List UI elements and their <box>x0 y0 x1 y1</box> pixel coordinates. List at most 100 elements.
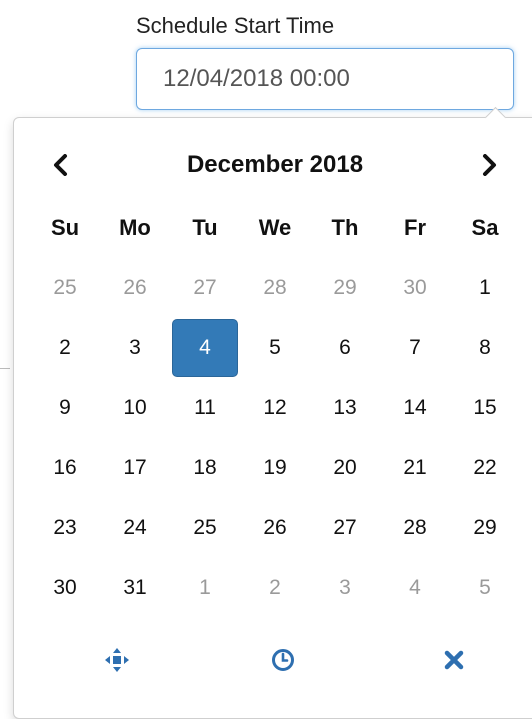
day-cell[interactable]: 5 <box>450 558 520 618</box>
day-cell[interactable]: 10 <box>100 378 170 438</box>
day-number: 18 <box>193 456 217 479</box>
day-cell[interactable]: 8 <box>450 318 520 378</box>
day-number: 24 <box>123 516 147 539</box>
chevron-right-icon <box>483 154 496 176</box>
day-number: 29 <box>473 516 497 539</box>
day-number: 16 <box>53 456 77 479</box>
divider <box>0 368 10 369</box>
calendar-week-row: 2 3 4 5 6 7 8 <box>30 318 520 378</box>
day-number: 9 <box>59 396 71 419</box>
calendar-week-row: 30 31 1 2 3 4 5 <box>30 558 520 618</box>
day-cell[interactable]: 13 <box>310 378 380 438</box>
day-cell[interactable]: 14 <box>380 378 450 438</box>
month-title[interactable]: December 2018 <box>187 151 363 179</box>
day-number: 10 <box>123 396 147 419</box>
day-number: 30 <box>53 576 77 599</box>
day-number: 22 <box>473 456 497 479</box>
selected-day-cell[interactable]: 4 <box>170 318 240 378</box>
day-number: 1 <box>479 276 491 299</box>
day-cell[interactable]: 25 <box>30 258 100 318</box>
today-button[interactable] <box>97 640 137 680</box>
day-number: 27 <box>193 276 217 299</box>
day-cell[interactable]: 27 <box>310 498 380 558</box>
day-cell[interactable]: 24 <box>100 498 170 558</box>
day-cell[interactable]: 1 <box>170 558 240 618</box>
day-cell[interactable]: 5 <box>240 318 310 378</box>
calendar-week-row: 23 24 25 26 27 28 29 <box>30 498 520 558</box>
day-cell[interactable]: 3 <box>310 558 380 618</box>
day-cell[interactable]: 23 <box>30 498 100 558</box>
day-number: 13 <box>333 396 357 419</box>
day-number: 20 <box>333 456 357 479</box>
weekday-label: Th <box>331 215 359 240</box>
day-cell[interactable]: 11 <box>170 378 240 438</box>
day-cell[interactable]: 17 <box>100 438 170 498</box>
prev-month-button[interactable] <box>32 145 88 185</box>
schedule-start-time-input[interactable] <box>136 48 514 110</box>
day-number: 5 <box>479 576 491 599</box>
day-number: 11 <box>194 396 216 419</box>
calendar-week-row: 16 17 18 19 20 21 22 <box>30 438 520 498</box>
day-cell[interactable]: 30 <box>30 558 100 618</box>
day-number: 30 <box>403 276 427 299</box>
weekday-label: Mo <box>119 215 151 240</box>
day-number: 25 <box>53 276 77 299</box>
day-cell[interactable]: 20 <box>310 438 380 498</box>
day-cell[interactable]: 29 <box>310 258 380 318</box>
day-cell[interactable]: 4 <box>380 558 450 618</box>
day-cell[interactable]: 27 <box>170 258 240 318</box>
day-cell[interactable]: 25 <box>170 498 240 558</box>
day-number: 28 <box>263 276 287 299</box>
day-cell[interactable]: 28 <box>380 498 450 558</box>
day-cell[interactable]: 18 <box>170 438 240 498</box>
weekday-label: Fr <box>404 215 426 240</box>
day-number: 12 <box>263 396 287 419</box>
day-number: 21 <box>403 456 427 479</box>
day-cell[interactable]: 3 <box>100 318 170 378</box>
weekday-label: Su <box>50 215 80 240</box>
day-cell[interactable]: 12 <box>240 378 310 438</box>
weekday-header-row: Su Mo Tu We Th Fr Sa <box>30 198 520 258</box>
day-number: 1 <box>199 576 211 599</box>
day-cell[interactable]: 30 <box>380 258 450 318</box>
day-number: 27 <box>333 516 357 539</box>
day-cell[interactable]: 22 <box>450 438 520 498</box>
close-icon <box>444 650 464 670</box>
day-number: 14 <box>403 396 427 419</box>
weekday-label: Tu <box>192 215 218 240</box>
calendar-week-row: 9 10 11 12 13 14 15 <box>30 378 520 438</box>
calendar-header: December 2018 <box>32 145 518 185</box>
day-number: 2 <box>59 336 71 359</box>
day-cell[interactable]: 2 <box>30 318 100 378</box>
day-number: 31 <box>123 576 147 599</box>
next-month-button[interactable] <box>462 145 518 185</box>
day-number: 26 <box>263 516 287 539</box>
day-cell[interactable]: 6 <box>310 318 380 378</box>
day-cell[interactable]: 26 <box>240 498 310 558</box>
day-cell[interactable]: 7 <box>380 318 450 378</box>
day-number: 29 <box>333 276 357 299</box>
day-cell[interactable]: 16 <box>30 438 100 498</box>
day-cell[interactable]: 21 <box>380 438 450 498</box>
day-number: 26 <box>123 276 147 299</box>
day-number: 3 <box>339 576 351 599</box>
day-number: 17 <box>123 456 147 479</box>
day-number: 6 <box>339 336 351 359</box>
day-cell[interactable]: 31 <box>100 558 170 618</box>
weekday-label: We <box>258 215 292 240</box>
day-number: 4 <box>409 576 421 599</box>
select-time-button[interactable] <box>263 640 303 680</box>
field-label: Schedule Start Time <box>136 13 335 38</box>
day-cell[interactable]: 9 <box>30 378 100 438</box>
weekday-label: Sa <box>471 215 499 240</box>
day-cell[interactable]: 19 <box>240 438 310 498</box>
day-number: 5 <box>269 336 281 359</box>
day-cell[interactable]: 2 <box>240 558 310 618</box>
day-cell[interactable]: 28 <box>240 258 310 318</box>
day-number: 25 <box>193 516 217 539</box>
day-cell[interactable]: 15 <box>450 378 520 438</box>
day-cell[interactable]: 1 <box>450 258 520 318</box>
day-cell[interactable]: 26 <box>100 258 170 318</box>
clear-button[interactable] <box>434 640 474 680</box>
day-cell[interactable]: 29 <box>450 498 520 558</box>
